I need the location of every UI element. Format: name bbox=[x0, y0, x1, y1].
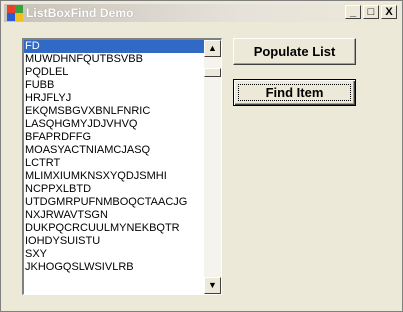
app-icon bbox=[7, 5, 23, 21]
title-bar[interactable]: ListBoxFind Demo _ □ X bbox=[4, 4, 399, 22]
find-item-button[interactable]: Find Item bbox=[233, 79, 356, 106]
window-title: ListBoxFind Demo bbox=[26, 6, 134, 20]
list-item[interactable]: SXY bbox=[24, 248, 204, 261]
arrow-down-icon: ▼ bbox=[208, 280, 217, 290]
scroll-thumb[interactable] bbox=[204, 68, 221, 77]
list-item[interactable]: IOHDYSUISTU bbox=[24, 235, 204, 248]
minimize-button[interactable]: _ bbox=[345, 5, 361, 19]
list-item[interactable]: HRJFLYJ bbox=[24, 92, 204, 105]
list-item[interactable]: JKHOGQSLWSIVLRB bbox=[24, 261, 204, 274]
focus-rectangle bbox=[238, 84, 351, 101]
populate-list-label: Populate List bbox=[253, 44, 336, 59]
list-item[interactable]: LASQHGMYJDJVHVQ bbox=[24, 118, 204, 131]
scroll-up-button[interactable]: ▲ bbox=[204, 40, 221, 57]
list-item[interactable]: NXJRWAVTSGN bbox=[24, 209, 204, 222]
listbox-scrollbar[interactable]: ▲ ▼ bbox=[204, 40, 221, 294]
populate-list-button[interactable]: Populate List bbox=[233, 38, 356, 65]
list-item[interactable]: MLIMXIUMKNSXYQDJSMHI bbox=[24, 170, 204, 183]
list-item[interactable]: LCTRT bbox=[24, 157, 204, 170]
list-item[interactable]: MOASYACTNIAMCJASQ bbox=[24, 144, 204, 157]
list-item[interactable]: BFAPRDFFG bbox=[24, 131, 204, 144]
list-item[interactable]: PQDLEL bbox=[24, 66, 204, 79]
list-item[interactable]: MUWDHNFQUTBSVBB bbox=[24, 53, 204, 66]
item-listbox[interactable]: FD MUWDHNFQUTBSVBB PQDLEL FUBB HRJFLYJ EKQMSB… bbox=[22, 38, 222, 295]
list-item[interactable]: FUBB bbox=[24, 79, 204, 92]
list-item[interactable]: NCPPXLBTD bbox=[24, 183, 204, 196]
close-button[interactable]: X bbox=[381, 5, 397, 19]
list-item[interactable]: FD bbox=[24, 40, 204, 53]
list-item[interactable]: EKQMSBGVXBNLFNRIC bbox=[24, 105, 204, 118]
listbox-items: FD MUWDHNFQUTBSVBB PQDLEL FUBB HRJFLYJ EKQMSB… bbox=[24, 40, 204, 274]
app-window: ListBoxFind Demo _ □ X FD MUWDHNFQUTBSVBB… bbox=[0, 0, 403, 312]
scroll-down-button[interactable]: ▼ bbox=[204, 277, 221, 294]
restore-button[interactable]: □ bbox=[363, 5, 379, 19]
list-item[interactable]: DUKPQCRCUULMYNEKBQTR bbox=[24, 222, 204, 235]
list-item[interactable]: UTDGMRPUFNMBOQCTAACJG bbox=[24, 196, 204, 209]
arrow-up-icon: ▲ bbox=[208, 43, 217, 53]
